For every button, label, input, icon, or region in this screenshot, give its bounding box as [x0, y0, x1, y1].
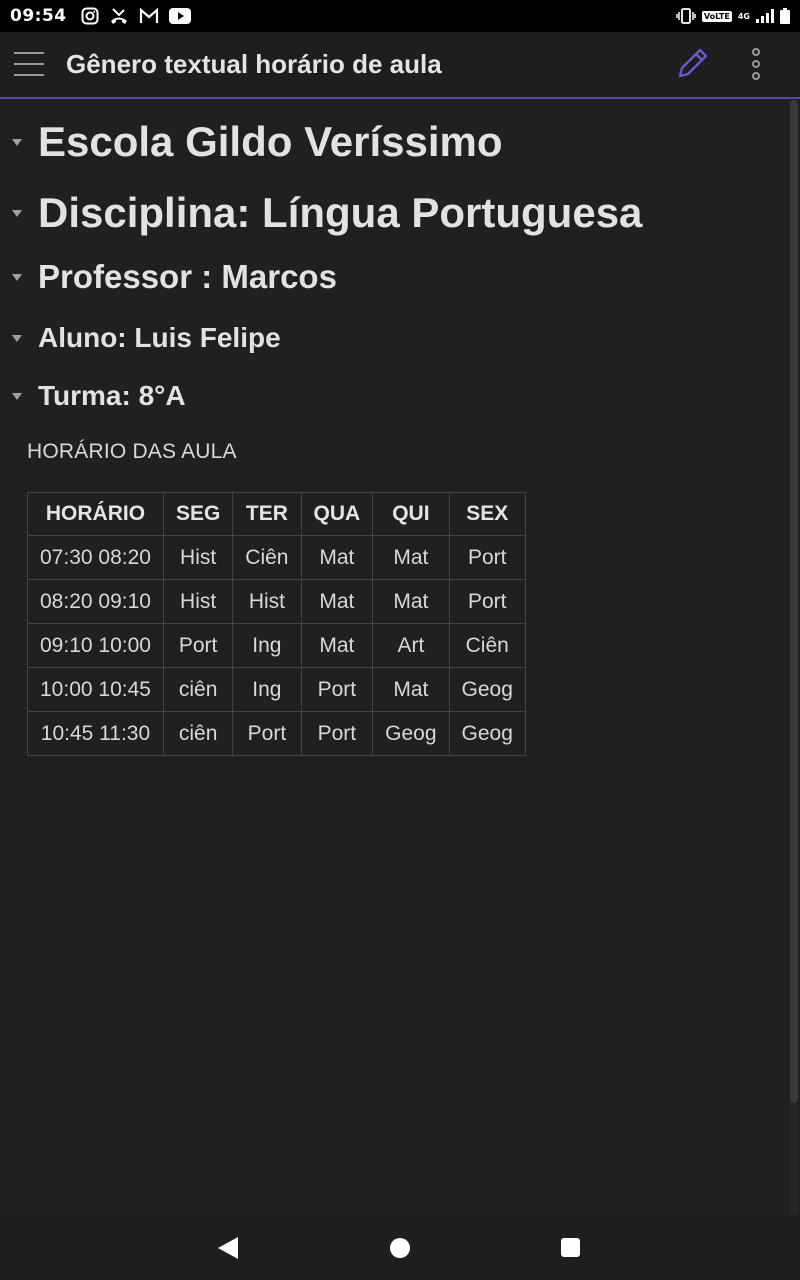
edit-pencil-icon[interactable] [674, 46, 710, 82]
collapse-triangle-icon[interactable] [12, 392, 22, 400]
table-cell: 07:30 08:20 [27, 535, 164, 580]
status-bar: 09:54 VoLTE 4G [0, 0, 800, 32]
menu-icon[interactable] [14, 52, 44, 78]
collapse-triangle-icon[interactable] [12, 334, 22, 342]
scrollbar-track[interactable] [790, 1103, 798, 1215]
note-title: Gênero textual horário de aula [66, 49, 442, 79]
table-cell: 10:00 10:45 [27, 667, 164, 712]
collapse-triangle-icon[interactable] [12, 138, 22, 146]
table-cell: Port [232, 711, 302, 756]
table-cell: Geog [372, 711, 450, 756]
scrollbar-thumb[interactable] [790, 100, 798, 1103]
gmail-icon [139, 8, 158, 23]
home-icon[interactable] [390, 1238, 410, 1258]
column-header: QUA [300, 492, 374, 536]
table-row: 07:30 08:20 Hist Ciên Mat Mat Port [27, 535, 526, 580]
table-cell: 10:45 11:30 [27, 711, 164, 756]
table-cell: Port [162, 623, 234, 668]
status-time: 09:54 [10, 6, 67, 26]
table-cell: Geog [448, 667, 526, 712]
recents-icon[interactable] [561, 1238, 580, 1257]
heading-text: Escola Gildo Veríssimo [38, 118, 503, 165]
table-cell: Geog [448, 711, 526, 756]
table-cell: Hist [162, 579, 234, 624]
table-row: 10:45 11:30 ciên Port Port Geog Geog [27, 711, 526, 756]
table-cell: Hist [232, 579, 302, 624]
table-cell: Mat [300, 579, 374, 624]
table-cell: Mat [300, 623, 374, 668]
heading-text: Turma: 8°A [38, 380, 186, 411]
table-cell: Ing [232, 623, 302, 668]
column-header: TER [232, 492, 302, 536]
table-cell: ciên [162, 711, 234, 756]
table-cell: Hist [162, 535, 234, 580]
table-row: 08:20 09:10 Hist Hist Mat Mat Port [27, 579, 526, 624]
table-cell: Mat [372, 535, 450, 580]
signal-icon [756, 9, 774, 23]
table-cell: 08:20 09:10 [27, 579, 164, 624]
heading-text: Disciplina: Língua Portuguesa [38, 189, 643, 236]
table-header-row: HORÁRIO SEG TER QUA QUI SEX [27, 492, 526, 536]
column-header: HORÁRIO [27, 492, 164, 536]
back-icon[interactable] [218, 1237, 238, 1259]
column-header: QUI [372, 492, 450, 536]
table-cell: Port [448, 579, 526, 624]
table-cell: Mat [372, 579, 450, 624]
heading-teacher[interactable]: Professor : Marcos [12, 258, 337, 296]
table-row: 10:00 10:45 ciên Ing Port Mat Geog [27, 667, 526, 712]
column-header: SEX [448, 492, 526, 536]
table-cell: Ing [232, 667, 302, 712]
table-cell: Port [300, 711, 374, 756]
table-cell: 09:10 10:00 [27, 623, 164, 668]
battery-icon [780, 8, 790, 24]
table-cell: Mat [300, 535, 374, 580]
system-nav-bar [0, 1215, 800, 1280]
youtube-icon [168, 8, 191, 24]
heading-subject[interactable]: Disciplina: Língua Portuguesa [12, 189, 642, 237]
app-bar: Gênero textual horário de aula [0, 32, 800, 99]
heading-class[interactable]: Turma: 8°A [12, 380, 186, 412]
instagram-icon [81, 7, 99, 25]
vibrate-icon [676, 8, 696, 24]
table-cell: Ciên [448, 623, 526, 668]
network-type: 4G [737, 11, 750, 21]
table-cell: Port [448, 535, 526, 580]
heading-student[interactable]: Aluno: Luis Felipe [12, 322, 281, 354]
schedule-table: HORÁRIO SEG TER QUA QUI SEX 07:30 08:20 … [27, 492, 526, 756]
table-row: 09:10 10:00 Port Ing Mat Art Ciên [27, 623, 526, 668]
missed-call-icon [110, 8, 127, 24]
table-cell: Mat [372, 667, 450, 712]
heading-text: Aluno: Luis Felipe [38, 322, 281, 353]
more-vert-icon[interactable] [744, 46, 768, 82]
schedule-caption: HORÁRIO DAS AULA [27, 440, 237, 463]
table-cell: Ciên [232, 535, 302, 580]
volte-badge: VoLTE [701, 10, 732, 22]
table-cell: Port [300, 667, 374, 712]
table-cell: Art [372, 623, 450, 668]
heading-text: Professor : Marcos [38, 258, 337, 295]
table-cell: ciên [162, 667, 234, 712]
heading-school[interactable]: Escola Gildo Veríssimo [12, 118, 503, 166]
collapse-triangle-icon[interactable] [12, 209, 22, 217]
column-header: SEG [162, 492, 234, 536]
collapse-triangle-icon[interactable] [12, 273, 22, 281]
